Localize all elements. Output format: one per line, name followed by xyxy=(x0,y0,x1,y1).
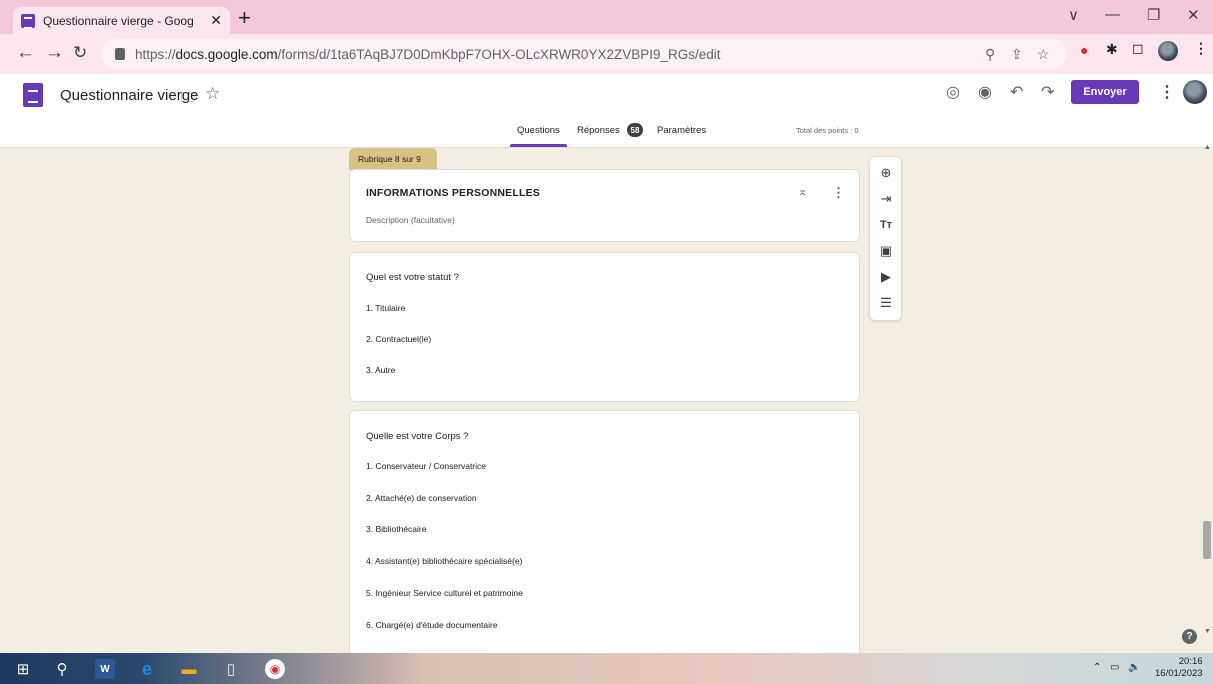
scroll-down-arrow-icon[interactable]: ▼ xyxy=(1204,628,1211,635)
import-questions-icon[interactable]: ⇥ xyxy=(878,191,894,207)
address-bar-row: ← → ↻ https://docs.google.com/forms/d/1t… xyxy=(0,34,1213,74)
form-title[interactable]: Questionnaire vierge xyxy=(60,87,198,104)
zoom-icon[interactable]: ⚲ xyxy=(985,46,995,63)
add-video-icon[interactable]: ▶ xyxy=(878,269,894,285)
new-tab-button[interactable]: + xyxy=(238,5,251,31)
bookmark-star-icon[interactable]: ☆ xyxy=(1037,46,1050,63)
notepad-icon[interactable]: ▯ xyxy=(221,659,241,679)
palette-icon[interactable]: ◎ xyxy=(946,82,960,102)
active-tab-indicator xyxy=(510,144,567,147)
forms-logo-icon[interactable] xyxy=(23,83,43,107)
share-icon[interactable]: ⇪ xyxy=(1011,46,1023,63)
windows-taskbar: ⊞ ⚲ W e ▬ ▯ ◉ ⌃ ▭ 🔈 20:16 16/01/2023 xyxy=(0,653,1213,684)
form-editor-canvas: Rubrique 8 sur 9 INFORMATIONS PERSONNELL… xyxy=(0,148,1213,653)
browser-tab-bar: Questionnaire vierge - Google Fo ✕ + ∨ —… xyxy=(0,0,1213,34)
option-item: 3. Bibliothécaire xyxy=(366,524,427,534)
responses-count-badge: 58 xyxy=(627,123,643,137)
option-item: 6. Chargé(e) d'étude documentaire xyxy=(366,620,498,630)
send-button[interactable]: Envoyer xyxy=(1071,80,1139,104)
option-item: 2. Contractuel(le) xyxy=(366,334,432,344)
question-title[interactable]: Quelle est votre Corps ? xyxy=(366,431,468,442)
preview-eye-icon[interactable]: ◉ xyxy=(978,82,992,102)
file-explorer-icon[interactable]: ▬ xyxy=(179,659,199,679)
account-avatar[interactable] xyxy=(1183,80,1207,104)
section-header-card[interactable]: INFORMATIONS PERSONNELLES Description (f… xyxy=(349,169,860,242)
star-icon[interactable]: ☆ xyxy=(205,84,220,104)
network-icon[interactable]: ▭ xyxy=(1110,662,1119,673)
side-toolbar: ⊕ ⇥ Tт ▣ ▶ ☰ xyxy=(869,156,902,321)
tab-search-icon[interactable]: ∨ xyxy=(1068,6,1079,24)
extensions-puzzle-icon[interactable]: ✱ xyxy=(1106,41,1118,58)
scrollbar-thumb[interactable] xyxy=(1203,521,1211,559)
tab-title: Questionnaire vierge - Google Fo xyxy=(43,13,193,28)
collapse-section-icon[interactable]: ⌅ xyxy=(798,185,807,198)
clock-time: 20:16 xyxy=(1178,656,1203,667)
forward-arrow-icon[interactable]: → xyxy=(45,42,64,64)
volume-icon[interactable]: 🔈 xyxy=(1128,662,1140,673)
tab-settings[interactable]: Paramètres xyxy=(657,125,706,136)
redo-icon[interactable]: ↷ xyxy=(1041,82,1054,102)
system-clock[interactable]: 20:16 16/01/2023 xyxy=(1155,656,1203,680)
windows-start-icon[interactable]: ⊞ xyxy=(13,659,33,679)
tray-chevron-icon[interactable]: ⌃ xyxy=(1093,662,1101,673)
question-card[interactable]: Quel est votre statut ? 1. Titulaire 2. … xyxy=(349,252,860,402)
reload-icon[interactable]: ↻ xyxy=(73,43,87,63)
question-card[interactable]: Quelle est votre Corps ? 1. Conservateur… xyxy=(349,410,860,653)
minimize-button[interactable]: — xyxy=(1105,6,1120,23)
word-icon[interactable]: W xyxy=(95,659,115,679)
forms-header: Questionnaire vierge 🗀 ☆ ◎ ◉ ↶ ↷ Envoyer… xyxy=(0,74,1213,148)
close-tab-icon[interactable]: ✕ xyxy=(210,12,222,29)
option-item: 1. Conservateur / Conservatrice xyxy=(366,461,486,471)
url-bar[interactable]: https://docs.google.com/forms/d/1ta6TAqB… xyxy=(101,39,1067,69)
folder-icon[interactable]: 🗀 xyxy=(181,87,195,111)
internet-explorer-icon[interactable]: e xyxy=(137,659,157,679)
browser-menu-icon[interactable]: ⋮ xyxy=(1194,40,1208,57)
extension-icon[interactable]: ● xyxy=(1080,42,1088,58)
add-image-icon[interactable]: ▣ xyxy=(878,243,894,259)
option-item: 1. Titulaire xyxy=(366,303,406,313)
scroll-up-arrow-icon[interactable]: ▲ xyxy=(1204,144,1211,151)
section-title[interactable]: INFORMATIONS PERSONNELLES xyxy=(366,187,540,199)
help-icon[interactable]: ? xyxy=(1182,629,1197,644)
section-more-icon[interactable]: ⋮ xyxy=(832,185,845,201)
total-points: Total des points : 0 xyxy=(796,126,859,135)
url-path: /forms/d/1ta6TAqBJ7D0DmKbpF7OHX-OLcXRWR0… xyxy=(277,46,721,62)
browser-tab[interactable]: Questionnaire vierge - Google Fo ✕ xyxy=(13,7,230,34)
chrome-icon[interactable]: ◉ xyxy=(265,659,285,679)
option-item: 2. Attaché(e) de conservation xyxy=(366,493,477,503)
add-question-icon[interactable]: ⊕ xyxy=(878,165,894,181)
close-window-button[interactable]: ✕ xyxy=(1187,6,1200,24)
add-section-icon[interactable]: ☰ xyxy=(878,295,894,311)
tab-questions[interactable]: Questions xyxy=(517,125,560,136)
url-prefix: https:// xyxy=(135,46,176,62)
more-options-icon[interactable]: ⋮ xyxy=(1159,82,1175,102)
tab-responses[interactable]: Réponses xyxy=(577,125,620,136)
form-tabs: Questions Réponses 58 Paramètres Total d… xyxy=(0,122,1213,148)
vertical-scrollbar[interactable] xyxy=(1203,148,1213,653)
clock-date: 16/01/2023 xyxy=(1155,668,1203,679)
section-tag: Rubrique 8 sur 9 xyxy=(349,148,437,170)
option-item: 4. Assistant(e) bibliothécaire spécialis… xyxy=(366,556,523,566)
option-item: 3. Autre xyxy=(366,365,396,375)
url-text: https://docs.google.com/forms/d/1ta6TAqB… xyxy=(135,47,721,62)
undo-icon[interactable]: ↶ xyxy=(1010,82,1023,102)
forms-favicon-icon xyxy=(21,13,35,29)
question-title[interactable]: Quel est votre statut ? xyxy=(366,272,459,283)
url-domain: docs.google.com xyxy=(175,46,278,62)
lock-icon xyxy=(115,48,125,60)
option-item: 5. Ingénieur Service culturel et patrimo… xyxy=(366,588,523,598)
back-arrow-icon[interactable]: ← xyxy=(16,42,35,64)
section-description[interactable]: Description (facultative) xyxy=(366,215,455,225)
profile-avatar[interactable] xyxy=(1158,41,1178,61)
restore-button[interactable]: ❐ xyxy=(1147,6,1160,24)
side-panel-icon[interactable]: ◻ xyxy=(1132,40,1144,57)
search-icon[interactable]: ⚲ xyxy=(52,659,72,679)
add-title-icon[interactable]: Tт xyxy=(878,217,894,233)
